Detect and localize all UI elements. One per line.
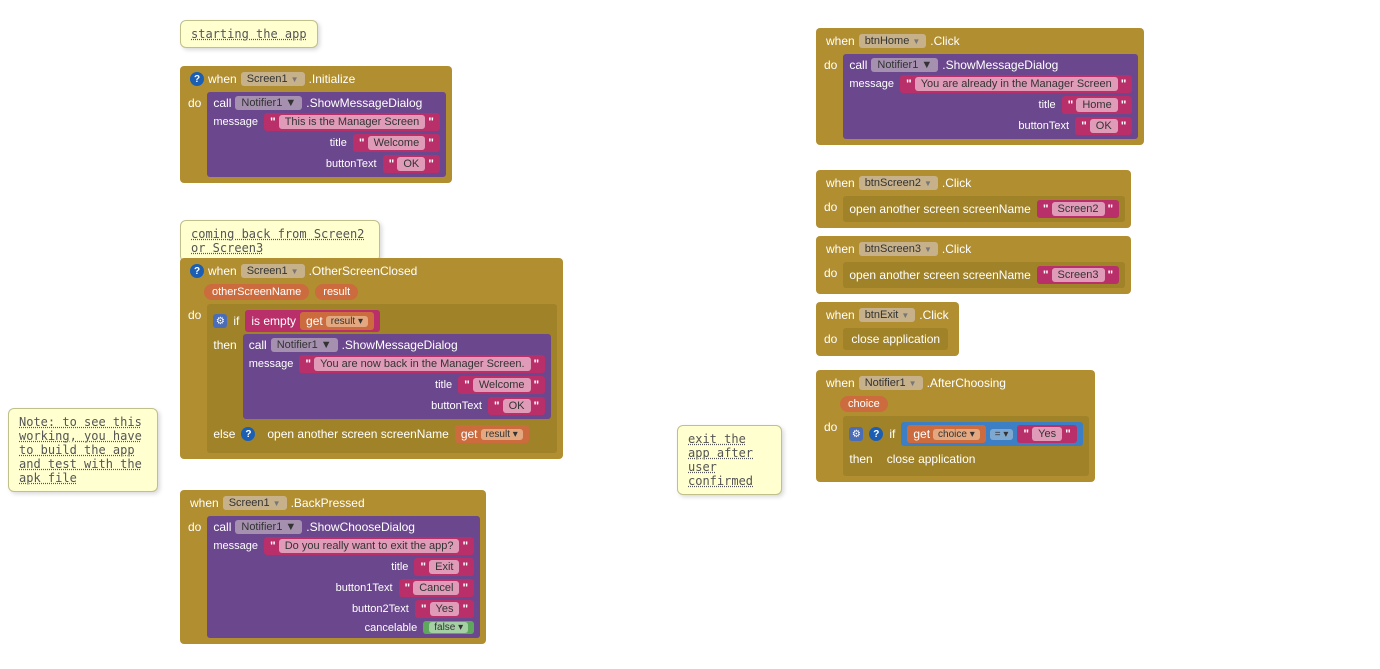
notifier1-dropdown[interactable]: Notifier1▼ (871, 58, 938, 72)
notifier1-dropdown[interactable]: Notifier1▼ (235, 96, 302, 110)
call-notifier-homemsg[interactable]: call Notifier1▼ .ShowMessageDialog messa… (843, 54, 1138, 139)
text-yes2[interactable]: "Yes" (1017, 425, 1076, 443)
call-notifier-choosedialog[interactable]: call Notifier1▼ .ShowChooseDialog messag… (207, 516, 480, 638)
when-btnhome-click[interactable]: when btnHome▼ .Click do call Notifier1▼ … (816, 28, 1144, 145)
btnexit-dropdown[interactable]: btnExit▼ (859, 308, 916, 322)
notifier1-dropdown[interactable]: Notifier1▼ (235, 520, 302, 534)
call-notifier-backmsg[interactable]: call Notifier1▼ .ShowMessageDialog messa… (243, 334, 552, 419)
text-home[interactable]: "Home" (1062, 96, 1133, 114)
when-btnexit-click[interactable]: when btnExit▼ .Click do close applicatio… (816, 302, 959, 356)
text-exit[interactable]: "Exit" (414, 558, 474, 576)
open-screen3[interactable]: open another screen screenName "Screen3" (843, 262, 1125, 288)
comment-exit: exit the app after user confirmed (677, 425, 782, 495)
open-another-screen[interactable]: open another screen screenName getresult… (261, 421, 534, 447)
text-back-msg[interactable]: "You are now back in the Manager Screen.… (299, 355, 545, 373)
text-screen2[interactable]: "Screen2" (1037, 200, 1119, 218)
close-app2[interactable]: close application (879, 448, 984, 470)
param-choice[interactable]: choice (840, 396, 888, 412)
gear-icon[interactable]: ⚙ (213, 314, 227, 328)
param-result[interactable]: result (315, 284, 358, 300)
text-home-msg[interactable]: "You are already in the Manager Screen" (900, 75, 1132, 93)
text-welcome[interactable]: "Welcome" (353, 134, 440, 152)
text-exit-q[interactable]: "Do you really want to exit the app?" (264, 537, 474, 555)
screen1-dropdown[interactable]: Screen1▼ (241, 72, 305, 86)
when-screen1-initialize[interactable]: ? when Screen1▼ .Initialize do call Noti… (180, 66, 452, 183)
is-empty-block[interactable]: is empty getresult ▾ (245, 310, 380, 332)
help-icon[interactable]: ? (190, 72, 204, 86)
call-notifier-showmsg[interactable]: call Notifier1▼ .ShowMessageDialog messa… (207, 92, 446, 177)
text-ok2[interactable]: "OK" (488, 397, 545, 415)
text-welcome2[interactable]: "Welcome" (458, 376, 545, 394)
when-screen1-backpressed[interactable]: when Screen1▼ .BackPressed do call Notif… (180, 490, 486, 644)
get-choice[interactable]: getchoice ▾ (907, 425, 985, 443)
screen1-dropdown[interactable]: Screen1▼ (241, 264, 305, 278)
text-ok[interactable]: "OK" (383, 155, 440, 173)
compare-eq[interactable]: getchoice ▾ = ▾ "Yes" (901, 422, 1082, 446)
help-icon[interactable]: ? (869, 427, 883, 441)
text-yes[interactable]: "Yes" (415, 600, 474, 618)
comment-note: Note: to see this working, you have to b… (8, 408, 158, 492)
when-screen1-otherscreenclosed[interactable]: ? when Screen1▼ .OtherScreenClosed other… (180, 258, 563, 459)
get-result[interactable]: getresult ▾ (300, 312, 374, 330)
if-block[interactable]: ⚙ if is empty getresult ▾ then call Noti… (207, 304, 557, 453)
when-btnscreen2-click[interactable]: when btnScreen2▼ .Click do open another … (816, 170, 1131, 228)
open-screen2[interactable]: open another screen screenName "Screen2" (843, 196, 1125, 222)
get-result2[interactable]: getresult ▾ (455, 425, 529, 443)
text-cancel[interactable]: "Cancel" (399, 579, 475, 597)
notifier1-dropdown[interactable]: Notifier1▼ (271, 338, 338, 352)
comment-coming-back: coming back from Screen2 or Screen3 (180, 220, 380, 262)
btnhome-dropdown[interactable]: btnHome▼ (859, 34, 927, 48)
notifier1-dropdown-ev[interactable]: Notifier1▼ (859, 376, 923, 390)
if-choice-yes[interactable]: ⚙ ? if getchoice ▾ = ▾ "Yes" then close … (843, 416, 1088, 476)
param-otherscreenname[interactable]: otherScreenName (204, 284, 309, 300)
text-screen3[interactable]: "Screen3" (1037, 266, 1119, 284)
btnscreen3-dropdown[interactable]: btnScreen3▼ (859, 242, 938, 256)
screen1-dropdown[interactable]: Screen1▼ (223, 496, 287, 510)
gear-icon[interactable]: ⚙ (849, 427, 863, 441)
close-app[interactable]: close application (843, 328, 948, 350)
help-icon[interactable]: ? (190, 264, 204, 278)
text-init-msg[interactable]: "This is the Manager Screen" (264, 113, 440, 131)
help-icon[interactable]: ? (241, 427, 255, 441)
when-btnscreen3-click[interactable]: when btnScreen3▼ .Click do open another … (816, 236, 1131, 294)
btnscreen2-dropdown[interactable]: btnScreen2▼ (859, 176, 938, 190)
comment-starting: starting the app (180, 20, 318, 48)
false-block[interactable]: false ▾ (423, 621, 474, 634)
text-ok3[interactable]: "OK" (1075, 117, 1132, 135)
when-notifier1-afterchoosing[interactable]: when Notifier1▼ .AfterChoosing choice do… (816, 370, 1095, 482)
